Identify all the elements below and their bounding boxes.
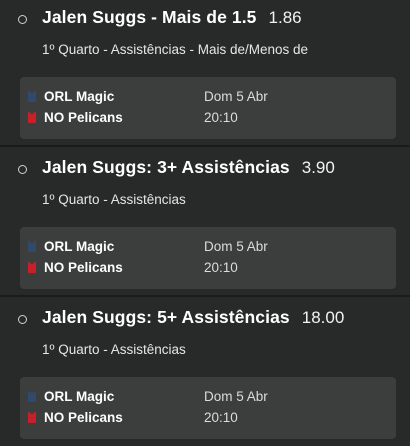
divider bbox=[0, 295, 410, 297]
odds-value[interactable]: 1.86 bbox=[269, 8, 302, 28]
event-info-box[interactable]: ORL Magic NO Pelicans Dom 5 Abr 20:10 bbox=[20, 227, 396, 289]
divider bbox=[0, 145, 410, 147]
market-name: 1º Quarto - Assistências - Mais de/Menos… bbox=[42, 42, 309, 57]
bet-title-row: Jalen Suggs: 5+ Assistências 18.00 bbox=[42, 307, 344, 328]
jersey-icon bbox=[28, 261, 36, 273]
home-team: ORL Magic bbox=[28, 89, 114, 104]
jersey-icon bbox=[28, 111, 36, 123]
jersey-icon bbox=[28, 390, 36, 402]
jersey-icon bbox=[28, 90, 36, 102]
radio-unselected-icon[interactable] bbox=[18, 15, 27, 24]
radio-unselected-icon[interactable] bbox=[18, 315, 27, 324]
market-name: 1º Quarto - Assistências bbox=[42, 192, 186, 207]
market-name: 1º Quarto - Assistências bbox=[42, 342, 186, 357]
event-date: Dom 5 Abr bbox=[204, 389, 268, 404]
jersey-icon bbox=[28, 240, 36, 252]
away-team-name: NO Pelicans bbox=[44, 260, 123, 275]
event-date: Dom 5 Abr bbox=[204, 89, 268, 104]
event-info-box[interactable]: ORL Magic NO Pelicans Dom 5 Abr 20:10 bbox=[20, 377, 396, 439]
odds-value[interactable]: 18.00 bbox=[302, 308, 345, 328]
event-time: 20:10 bbox=[204, 260, 238, 275]
bet-selection-card[interactable]: Jalen Suggs: 3+ Assistências 3.90 1º Qua… bbox=[0, 150, 410, 296]
home-team-name: ORL Magic bbox=[44, 239, 115, 254]
bet-title-row: Jalen Suggs - Mais de 1.5 1.86 bbox=[42, 7, 302, 28]
bet-selection-card[interactable]: Jalen Suggs - Mais de 1.5 1.86 1º Quarto… bbox=[0, 0, 410, 146]
bet-selection-card[interactable]: Jalen Suggs: 5+ Assistências 18.00 1º Qu… bbox=[0, 300, 410, 446]
event-date: Dom 5 Abr bbox=[204, 239, 268, 254]
selection-name: Jalen Suggs: 3+ Assistências bbox=[42, 157, 290, 177]
selection-name: Jalen Suggs: 5+ Assistências bbox=[42, 307, 290, 327]
away-team: NO Pelicans bbox=[28, 410, 123, 425]
jersey-icon bbox=[28, 411, 36, 423]
home-team-name: ORL Magic bbox=[44, 389, 115, 404]
event-info-box[interactable]: ORL Magic NO Pelicans Dom 5 Abr 20:10 bbox=[20, 77, 396, 139]
selection-name: Jalen Suggs - Mais de 1.5 bbox=[42, 7, 257, 27]
home-team: ORL Magic bbox=[28, 389, 114, 404]
radio-unselected-icon[interactable] bbox=[18, 165, 27, 174]
home-team: ORL Magic bbox=[28, 239, 114, 254]
home-team-name: ORL Magic bbox=[44, 89, 115, 104]
event-time: 20:10 bbox=[204, 410, 238, 425]
away-team-name: NO Pelicans bbox=[44, 410, 123, 425]
away-team-name: NO Pelicans bbox=[44, 110, 123, 125]
event-time: 20:10 bbox=[204, 110, 238, 125]
bet-title-row: Jalen Suggs: 3+ Assistências 3.90 bbox=[42, 157, 335, 178]
away-team: NO Pelicans bbox=[28, 110, 123, 125]
odds-value[interactable]: 3.90 bbox=[302, 158, 335, 178]
away-team: NO Pelicans bbox=[28, 260, 123, 275]
